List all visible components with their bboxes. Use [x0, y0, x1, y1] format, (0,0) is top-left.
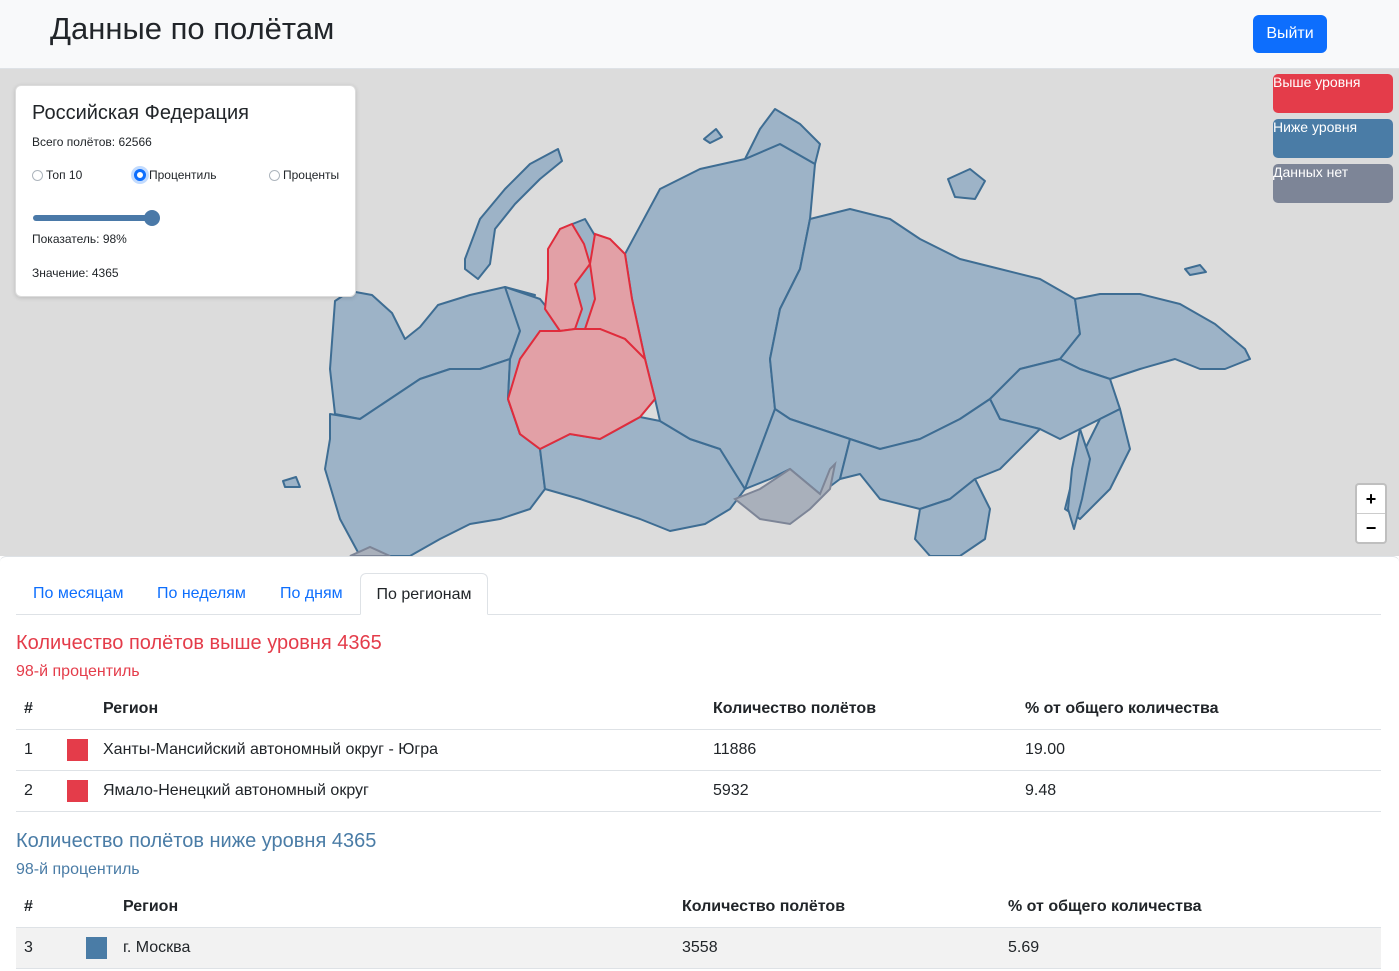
above-section-subtitle: 98-й процентиль [16, 663, 140, 680]
percentile-slider-track[interactable] [33, 215, 155, 221]
radio-percent[interactable]: Проценты [269, 168, 339, 182]
below-section-title: Количество полётов ниже уровня 4365 [16, 830, 377, 852]
region-kaliningrad [282, 476, 301, 488]
row-percent: 9.48 [1025, 782, 1057, 799]
info-panel: Российская Федерация Всего полётов: 6256… [15, 85, 356, 297]
tab-weeks[interactable]: По неделям [157, 573, 246, 614]
zoom-in-button[interactable]: + [1357, 485, 1385, 514]
col-num: # [24, 700, 33, 717]
col-count: Количество полётов [713, 700, 877, 717]
zoom-out-button[interactable]: − [1357, 514, 1385, 542]
percentile-slider-thumb[interactable] [144, 210, 160, 226]
region-franz-josef [703, 128, 723, 144]
page-title: Данные по полётам [50, 11, 335, 46]
stats-panel: По месяцам По неделям По дням По региона… [0, 556, 1399, 971]
radio-label-top10: Топ 10 [46, 168, 83, 182]
col-percent: % от общего количества [1008, 898, 1202, 915]
radio-label-percent: Проценты [283, 168, 340, 182]
col-region: Регион [123, 898, 179, 915]
color-swatch [86, 937, 107, 959]
tab-bar: По месяцам По неделям По дням По региона… [16, 573, 1381, 615]
row-region: Ханты-Мансийский автономный округ - Югра [103, 741, 439, 758]
color-swatch [67, 739, 88, 761]
table-row[interactable]: 3 г. Москва 3558 5.69 [16, 928, 1381, 969]
region-new-siberian [947, 168, 986, 200]
table-row[interactable]: 1 Ханты-Мансийский автономный округ - Юг… [16, 730, 1381, 771]
zoom-control: + − [1355, 483, 1387, 544]
region-wrangel [1184, 264, 1207, 276]
indicator-text: Показатель: 98% [32, 232, 127, 246]
value-text: Значение: 4365 [32, 266, 119, 280]
row-num: 3 [24, 939, 33, 956]
top-navbar: Данные по полётам Выйти [0, 0, 1399, 69]
row-count: 3558 [682, 939, 718, 956]
radio-circle[interactable] [32, 169, 43, 181]
info-title: Российская Федерация [32, 102, 250, 124]
no-data-legend[interactable]: Данных нет [1273, 164, 1393, 203]
radio-top10[interactable]: Топ 10 [32, 168, 82, 182]
table-header: # Регион Количество полётов % от общего … [16, 887, 1381, 928]
col-percent: % от общего количества [1025, 700, 1219, 717]
row-count: 5932 [713, 782, 749, 799]
row-percent: 19.00 [1025, 741, 1066, 758]
row-num: 2 [24, 782, 33, 799]
radio-percentile[interactable]: Процентиль [134, 168, 216, 182]
below-level-legend[interactable]: Ниже уровня [1273, 119, 1393, 158]
row-count: 11886 [713, 741, 757, 758]
row-percent: 5.69 [1008, 939, 1040, 956]
row-region: Ямало-Ненецкий автономный округ [103, 782, 369, 799]
above-section-title: Количество полётов выше уровня 4365 [16, 632, 382, 654]
col-region: Регион [103, 700, 159, 717]
radio-label-percentile: Процентиль [149, 168, 217, 182]
radio-circle-selected[interactable] [134, 169, 146, 181]
below-section-subtitle: 98-й процентиль [16, 861, 140, 878]
table-row[interactable]: 2 Ямало-Ненецкий автономный округ 5932 9… [16, 771, 1381, 812]
total-flights: Всего полётов: 62566 [32, 135, 152, 149]
col-count: Количество полётов [682, 898, 846, 915]
tab-days[interactable]: По дням [280, 573, 343, 614]
color-swatch [67, 780, 88, 802]
region-chukotka [1059, 293, 1251, 380]
logout-button[interactable]: Выйти [1253, 15, 1327, 53]
row-region: г. Москва [123, 939, 191, 956]
tab-regions[interactable]: По регионам [360, 573, 488, 615]
col-num: # [24, 898, 33, 915]
row-num: 1 [24, 741, 33, 758]
radio-circle[interactable] [269, 169, 280, 181]
tab-months[interactable]: По месяцам [33, 573, 123, 614]
table-header: # Регион Количество полётов % от общего … [16, 689, 1381, 730]
above-level-legend[interactable]: Выше уровня [1273, 74, 1393, 113]
